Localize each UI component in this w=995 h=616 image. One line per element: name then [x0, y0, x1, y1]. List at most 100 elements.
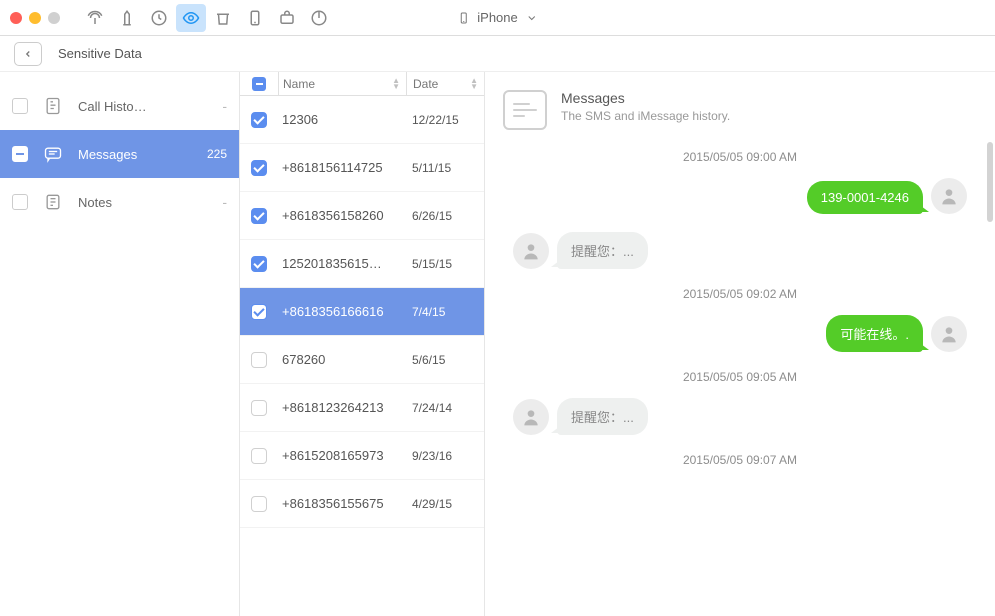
header-date-label: Date: [413, 77, 438, 91]
detail-pane: Messages The SMS and iMessage history. 2…: [485, 72, 995, 616]
header-checkbox-cell[interactable]: [240, 77, 278, 91]
avatar: [931, 316, 967, 352]
list-row[interactable]: +86183561666167/4/15: [240, 288, 484, 336]
row-checkbox[interactable]: [251, 112, 267, 128]
row-name: +8618356166616: [278, 304, 406, 319]
sidebar-item-count: 225: [207, 147, 227, 161]
row-name: 12306: [278, 112, 406, 127]
row-date: 12/22/15: [406, 113, 484, 127]
list-row[interactable]: 1230612/22/15: [240, 96, 484, 144]
breadcrumb-bar: Sensitive Data: [0, 36, 995, 72]
toolbar-eraser-icon[interactable]: [112, 4, 142, 32]
row-checkbox[interactable]: [251, 208, 267, 224]
list-header: Name ▲▼ Date ▲▼: [240, 72, 484, 96]
detail-subtitle: The SMS and iMessage history.: [561, 109, 730, 123]
list-row[interactable]: 125201835615…5/15/15: [240, 240, 484, 288]
window-close-button[interactable]: [10, 12, 22, 24]
sidebar-item-trailing: -: [222, 194, 227, 210]
list-rows-container: 1230612/22/15+86181561147255/11/15+86183…: [240, 96, 484, 616]
chat-message-row: 可能在线。.: [505, 315, 975, 352]
list-row[interactable]: +86183561556754/29/15: [240, 480, 484, 528]
chat-message-row: 139-0001-4246: [505, 178, 975, 214]
detail-title: Messages: [561, 90, 730, 106]
row-name: 125201835615…: [278, 256, 406, 271]
chat-timestamp: 2015/05/05 09:07 AM: [505, 453, 975, 467]
checkbox[interactable]: [12, 146, 28, 162]
chat-bubble[interactable]: 139-0001-4246: [807, 181, 923, 214]
chat-timestamp: 2015/05/05 09:02 AM: [505, 287, 975, 301]
list-row[interactable]: +86183561582606/26/15: [240, 192, 484, 240]
phone-log-icon: [42, 95, 64, 117]
sidebar-item-messages[interactable]: Messages 225: [0, 130, 239, 178]
sidebar-item-label: Notes: [78, 195, 227, 210]
back-button[interactable]: [14, 42, 42, 66]
list-row[interactable]: +86152081659739/23/16: [240, 432, 484, 480]
chat-timestamp: 2015/05/05 09:05 AM: [505, 370, 975, 384]
row-checkbox[interactable]: [251, 352, 267, 368]
toolbar-button-group: [80, 4, 334, 32]
toolbar-briefcase-icon[interactable]: [272, 4, 302, 32]
sort-arrows-icon: ▲▼: [392, 78, 400, 90]
avatar: [931, 178, 967, 214]
list-row[interactable]: 6782605/6/15: [240, 336, 484, 384]
row-date: 4/29/15: [406, 497, 484, 511]
header-name-label: Name: [283, 77, 315, 91]
chat-bubble[interactable]: 提醒您：...: [557, 398, 648, 435]
row-checkbox[interactable]: [251, 400, 267, 416]
window-minimize-button[interactable]: [29, 12, 41, 24]
header-date[interactable]: Date ▲▼: [406, 72, 484, 95]
avatar: [513, 233, 549, 269]
row-checkbox[interactable]: [251, 448, 267, 464]
row-date: 7/24/14: [406, 401, 484, 415]
messages-large-icon: [503, 90, 547, 130]
sidebar-item-label: Messages: [78, 147, 193, 162]
chevron-down-icon: [526, 11, 538, 25]
row-checkbox[interactable]: [251, 256, 267, 272]
toolbar-device-icon[interactable]: [240, 4, 270, 32]
sidebar-item-call-history[interactable]: Call Histo… -: [0, 82, 239, 130]
sidebar-item-trailing: -: [222, 98, 227, 114]
header-checkbox[interactable]: [252, 77, 266, 91]
row-name: +8618156114725: [278, 160, 406, 175]
row-name: +8618123264213: [278, 400, 406, 415]
row-name: +8618356158260: [278, 208, 406, 223]
list-row[interactable]: +86181232642137/24/14: [240, 384, 484, 432]
toolbar-clock-icon[interactable]: [144, 4, 174, 32]
header-name[interactable]: Name ▲▼: [278, 72, 406, 95]
chat-bubble[interactable]: 提醒您：...: [557, 232, 648, 269]
scrollbar-thumb[interactable]: [987, 142, 993, 222]
row-name: 678260: [278, 352, 406, 367]
row-date: 5/6/15: [406, 353, 484, 367]
row-date: 7/4/15: [406, 305, 484, 319]
checkbox[interactable]: [12, 194, 28, 210]
phone-icon: [457, 11, 469, 25]
row-checkbox[interactable]: [251, 304, 267, 320]
list-row[interactable]: +86181561147255/11/15: [240, 144, 484, 192]
toolbar-power-icon[interactable]: [304, 4, 334, 32]
message-list: Name ▲▼ Date ▲▼ 1230612/22/15+8618156114…: [240, 72, 485, 616]
row-checkbox[interactable]: [251, 496, 267, 512]
chat-message-row: 提醒您：...: [505, 232, 975, 269]
sidebar: Call Histo… - Messages 225 Notes -: [0, 72, 240, 616]
detail-header: Messages The SMS and iMessage history.: [485, 72, 995, 134]
row-name: +8615208165973: [278, 448, 406, 463]
window-maximize-button[interactable]: [48, 12, 60, 24]
toolbar-trash-icon[interactable]: [208, 4, 238, 32]
chat-timestamp: 2015/05/05 09:00 AM: [505, 150, 975, 164]
chat-message-row: 提醒您：...: [505, 398, 975, 435]
notes-icon: [42, 191, 64, 213]
chat-thread[interactable]: 2015/05/05 09:00 AM 139-0001-4246 提醒您：... 2…: [485, 134, 995, 616]
sidebar-item-notes[interactable]: Notes -: [0, 178, 239, 226]
chat-bubble[interactable]: 可能在线。.: [826, 315, 923, 352]
sort-arrows-icon: ▲▼: [470, 78, 478, 90]
toolbar-wifi-icon[interactable]: [80, 4, 110, 32]
row-date: 6/26/15: [406, 209, 484, 223]
row-date: 5/11/15: [406, 161, 484, 175]
device-selector[interactable]: iPhone: [457, 10, 537, 25]
avatar: [513, 399, 549, 435]
sidebar-item-label: Call Histo…: [78, 99, 227, 114]
toolbar-eye-icon[interactable]: [176, 4, 206, 32]
checkbox[interactable]: [12, 98, 28, 114]
window-toolbar: iPhone: [0, 0, 995, 36]
row-checkbox[interactable]: [251, 160, 267, 176]
